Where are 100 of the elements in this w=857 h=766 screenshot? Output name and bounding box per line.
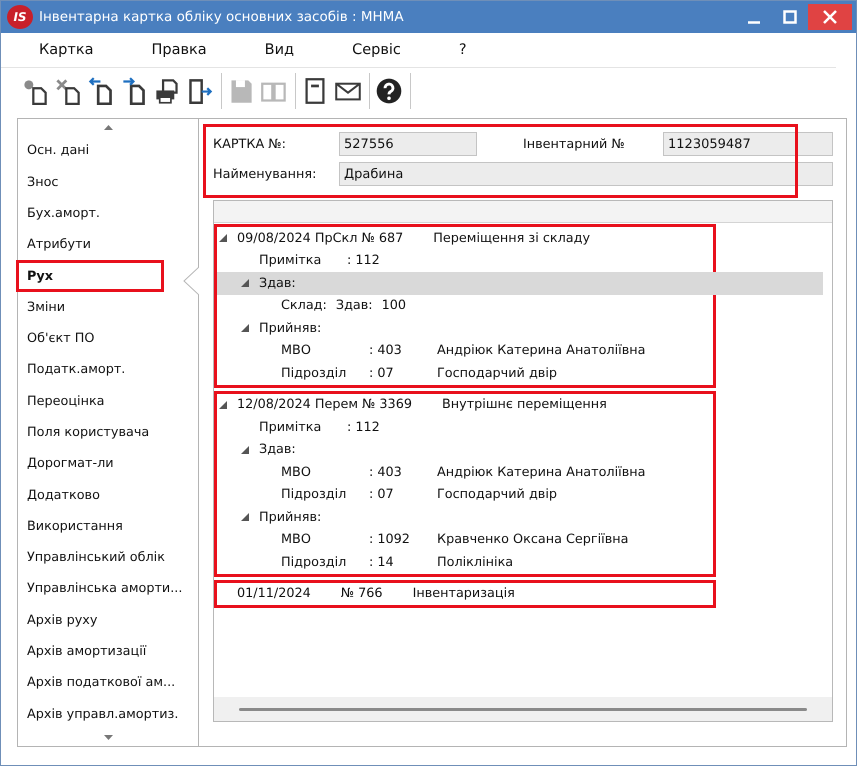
tree-row[interactable]: Підрозділ : 14 Поліклініка — [217, 551, 713, 574]
tree-row[interactable]: МВО : 1092 Кравченко Оксана Сергіївна — [217, 528, 713, 551]
scroll-up-icon[interactable] — [104, 124, 112, 130]
sidebar-item[interactable]: Дорогмат-ли — [18, 448, 198, 480]
menu-item[interactable]: ? — [458, 40, 467, 60]
sidebar-item[interactable]: Управлінський облік — [18, 542, 198, 574]
expanded-triangle-icon[interactable] — [219, 400, 227, 409]
sidebar-item[interactable]: Архів амортизації — [18, 636, 198, 668]
sidebar-item[interactable]: Осн. дані — [18, 135, 198, 166]
sidebar-item[interactable]: Архів управл.амортиз. — [18, 698, 198, 730]
sidebar-item[interactable]: Архів податкової ам... — [18, 667, 198, 699]
tree-text: Внутрішнє переміщення — [442, 397, 607, 412]
exit-door-icon[interactable] — [186, 77, 214, 105]
sidebar-item[interactable]: Бух.аморт. — [18, 198, 198, 230]
tree-text: Здав: — [336, 298, 373, 314]
sidebar-item[interactable]: Об'єкт ПО — [18, 322, 198, 354]
tree-row[interactable]: Прийняв: — [217, 317, 713, 340]
tree-text: № 766 — [340, 586, 383, 602]
tree-text: МВО — [281, 464, 312, 480]
tree-text: : 07 — [369, 366, 395, 381]
tree-text: Кравченко Оксана Сергіївна — [437, 532, 628, 548]
expanded-triangle-icon[interactable] — [241, 513, 249, 522]
tree-row[interactable]: Підрозділ : 07 Господарчий двір — [217, 484, 713, 506]
tree-text: Прийняв: — [259, 510, 322, 525]
tree-text: Андріюк Катерина Анатоліївна — [437, 343, 646, 358]
tree-row[interactable]: Примітка : 112 — [217, 416, 713, 438]
tree-text: : 07 — [369, 487, 395, 502]
tree-text: 09/08/2024 ПрСкл № 687 — [237, 230, 404, 246]
sidebar-item[interactable]: Податк.аморт. — [18, 354, 198, 386]
sidebar-item[interactable]: Рух — [16, 260, 164, 292]
tree-row[interactable]: Підрозділ : 07 Господарчий двір — [217, 362, 713, 384]
delete-document-icon[interactable] — [54, 77, 82, 105]
sidebar-item[interactable]: Переоцінка — [18, 386, 198, 417]
tree-row[interactable]: Здав: — [217, 438, 713, 461]
sidebar-item[interactable]: Додатково — [18, 479, 198, 511]
tree-text: : 14 — [369, 554, 395, 570]
tree-text: Поліклініка — [437, 554, 514, 570]
tree-text: Господарчий двір — [437, 366, 558, 381]
tree-text: Прийняв: — [259, 320, 322, 336]
tree-text: Здав: — [259, 442, 296, 458]
tree-row[interactable]: МВО : 403 Андріюк Катерина Анатоліївна — [217, 461, 713, 484]
tree-text: Інвентаризація — [412, 586, 515, 602]
sidebar-item[interactable]: Зміни — [18, 292, 198, 323]
tree-text: Примітка — [259, 420, 322, 435]
sidebar-item[interactable]: Використання — [18, 510, 198, 542]
tree-text: Підрозділ — [281, 366, 348, 381]
tree-row[interactable]: Примітка : 112 — [217, 250, 713, 272]
close-button[interactable] — [808, 4, 852, 30]
expanded-triangle-icon[interactable] — [219, 234, 227, 242]
scroll-down-icon[interactable] — [104, 735, 112, 740]
card-number-field[interactable]: 527556 — [339, 132, 477, 156]
tree-text: 100 — [382, 298, 406, 314]
field-label: КАРТКА №: — [213, 136, 287, 152]
sidebar-item[interactable]: Поля користувача — [18, 416, 198, 448]
help-icon[interactable] — [375, 77, 403, 105]
scrollbar-thumb[interactable] — [239, 708, 807, 710]
document-arrow-left-icon[interactable] — [87, 77, 115, 105]
tree-row[interactable]: 12/08/2024 Перем № 3369 Внутрішнє переміщення — [217, 394, 713, 416]
expanded-triangle-icon[interactable] — [241, 279, 249, 288]
tree-row[interactable]: Прийняв: — [217, 506, 713, 528]
inventory-number-field[interactable]: 1123059487 — [663, 132, 833, 156]
tree-text: Підрозділ — [281, 554, 348, 570]
tree-row[interactable]: Склад: Здав: 100 — [217, 294, 713, 317]
menu-item[interactable]: Сервіс — [352, 40, 401, 60]
sidebar-item[interactable]: Знос — [18, 166, 198, 198]
close-icon — [822, 9, 838, 25]
tree-row[interactable]: Здав: — [217, 272, 823, 294]
sidebar-item[interactable]: Управлінська аморти... — [18, 573, 198, 605]
tree-text: : 403 — [369, 343, 403, 358]
tree-row[interactable]: МВО : 403 Андріюк Катерина Анатоліївна — [217, 340, 713, 362]
expanded-triangle-icon[interactable] — [241, 446, 249, 454]
expanded-triangle-icon[interactable] — [241, 324, 249, 332]
tree-text: Здав: — [259, 276, 296, 291]
field-label: Найменування: — [213, 166, 318, 182]
tree-text: 12/08/2024 Перем № 3369 — [237, 397, 412, 412]
maximize-icon — [783, 10, 797, 24]
menu-item[interactable]: Картка — [39, 40, 94, 60]
tree-row[interactable]: 01/11/2024 № 766 Інвентаризація — [217, 582, 713, 605]
tree-text: Склад: — [281, 298, 327, 314]
tree-row[interactable]: 09/08/2024 ПрСкл № 687 Переміщення зі складу — [217, 227, 713, 250]
minimize-icon — [747, 20, 761, 24]
sidebar-item[interactable]: Атрибути — [18, 229, 198, 260]
tree-text: : 112 — [347, 253, 381, 268]
tree-text: Примітка — [259, 253, 322, 268]
window-title: Інвентарна картка обліку основних засобів : МНМА — [39, 9, 405, 25]
tree-text: : 403 — [369, 464, 403, 480]
tree-text: : 1092 — [369, 532, 411, 548]
tree-text: : 112 — [347, 420, 381, 435]
tree-text: Переміщення зі складу — [433, 230, 590, 246]
app-logo: IS — [7, 5, 33, 29]
menu-item[interactable]: Вид — [264, 40, 294, 60]
field-label: Інвентарний № — [523, 136, 626, 152]
tree-text: Підрозділ — [281, 487, 348, 502]
sidebar-item[interactable]: Архів руху — [18, 604, 198, 636]
name-field[interactable]: Драбина — [339, 162, 833, 186]
tree-text: 01/11/2024 — [237, 586, 311, 602]
tree-text: МВО — [281, 343, 312, 358]
tree-text: Господарчий двір — [437, 487, 558, 502]
menu-item[interactable]: Правка — [151, 40, 207, 60]
tree-text: Андріюк Катерина Анатоліївна — [437, 464, 646, 480]
